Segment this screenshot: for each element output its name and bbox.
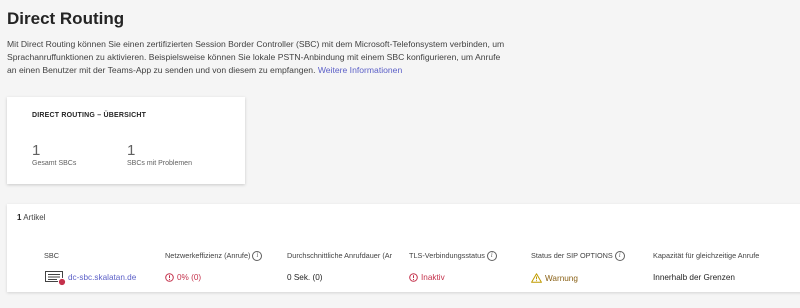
sip-options-text: Warnung [545, 274, 578, 283]
network-efficiency-text: 0% (0) [177, 273, 202, 282]
info-icon[interactable]: i [614, 251, 625, 262]
column-header-tls-status[interactable]: TLS-Verbindungsstatus i [409, 251, 497, 262]
learn-more-link[interactable]: Weitere Informationen [318, 65, 402, 75]
page-title: Direct Routing [7, 9, 125, 28]
stat-sbcs-with-issues-label: SBCs mit Problemen [127, 160, 192, 167]
column-header-sbc[interactable]: SBC [44, 251, 59, 260]
sbc-device-icon [45, 270, 67, 291]
column-header-network-efficiency[interactable]: Netzwerkeffizienz (Anrufe) i [165, 251, 263, 262]
sbc-link[interactable]: dc-sbc.skalatan.de [68, 273, 136, 282]
column-header-capacity[interactable]: Kapazität für gleichzeitige Anrufe [653, 251, 800, 260]
column-header-avg-duration[interactable]: Durchschnittliche Anrufdauer (Ar [287, 251, 402, 260]
column-header-network-efficiency-label: Netzwerkeffizienz (Anrufe) [165, 251, 251, 260]
overview-card: DIRECT ROUTING – ÜBERSICHT 1 Gesamt SBCs… [7, 97, 245, 184]
column-header-sip-options-label: Status der SIP OPTIONS [531, 251, 613, 260]
capacity-value: Innerhalb der Grenzen [653, 273, 735, 282]
error-badge-icon [57, 277, 67, 287]
stat-sbcs-with-issues: 1 SBCs mit Problemen [127, 142, 192, 168]
column-header-avg-duration-label: Durchschnittliche Anrufdauer (Ar [287, 251, 393, 260]
error-circle-icon [409, 273, 418, 284]
column-header-sbc-label: SBC [44, 251, 60, 260]
item-count: 1 Artikel [17, 213, 45, 222]
tls-status-value: Inaktiv [409, 273, 445, 284]
stat-total-sbcs-label: Gesamt SBCs [32, 160, 77, 167]
column-header-capacity-label: Kapazität für gleichzeitige Anrufe [653, 251, 760, 260]
column-header-sip-options[interactable]: Status der SIP OPTIONS i [531, 251, 625, 262]
sbc-table-panel: 1 Artikel SBC Netzwerkeffizienz (Anrufe)… [7, 204, 800, 292]
error-circle-icon [165, 273, 174, 284]
description-text: Mit Direct Routing können Sie einen zert… [7, 39, 505, 75]
stat-total-sbcs-value: 1 [32, 142, 41, 159]
item-count-label: Artikel [23, 213, 46, 222]
item-count-number: 1 [17, 213, 22, 222]
avg-duration-value: 0 Sek. (0) [287, 273, 323, 282]
overview-title: DIRECT ROUTING – ÜBERSICHT [32, 112, 147, 119]
sip-options-value: Warnung [531, 273, 578, 285]
tls-status-text: Inaktiv [421, 273, 445, 282]
info-icon[interactable]: i [486, 251, 497, 262]
column-header-tls-status-label: TLS-Verbindungsstatus [409, 251, 485, 260]
stat-total-sbcs: 1 Gesamt SBCs [32, 142, 77, 168]
info-icon[interactable]: i [252, 251, 263, 262]
network-efficiency-value: 0% (0) [165, 273, 201, 284]
warning-triangle-icon [531, 273, 542, 285]
page-description: Mit Direct Routing können Sie einen zert… [7, 38, 507, 77]
stat-sbcs-with-issues-value: 1 [127, 142, 136, 159]
